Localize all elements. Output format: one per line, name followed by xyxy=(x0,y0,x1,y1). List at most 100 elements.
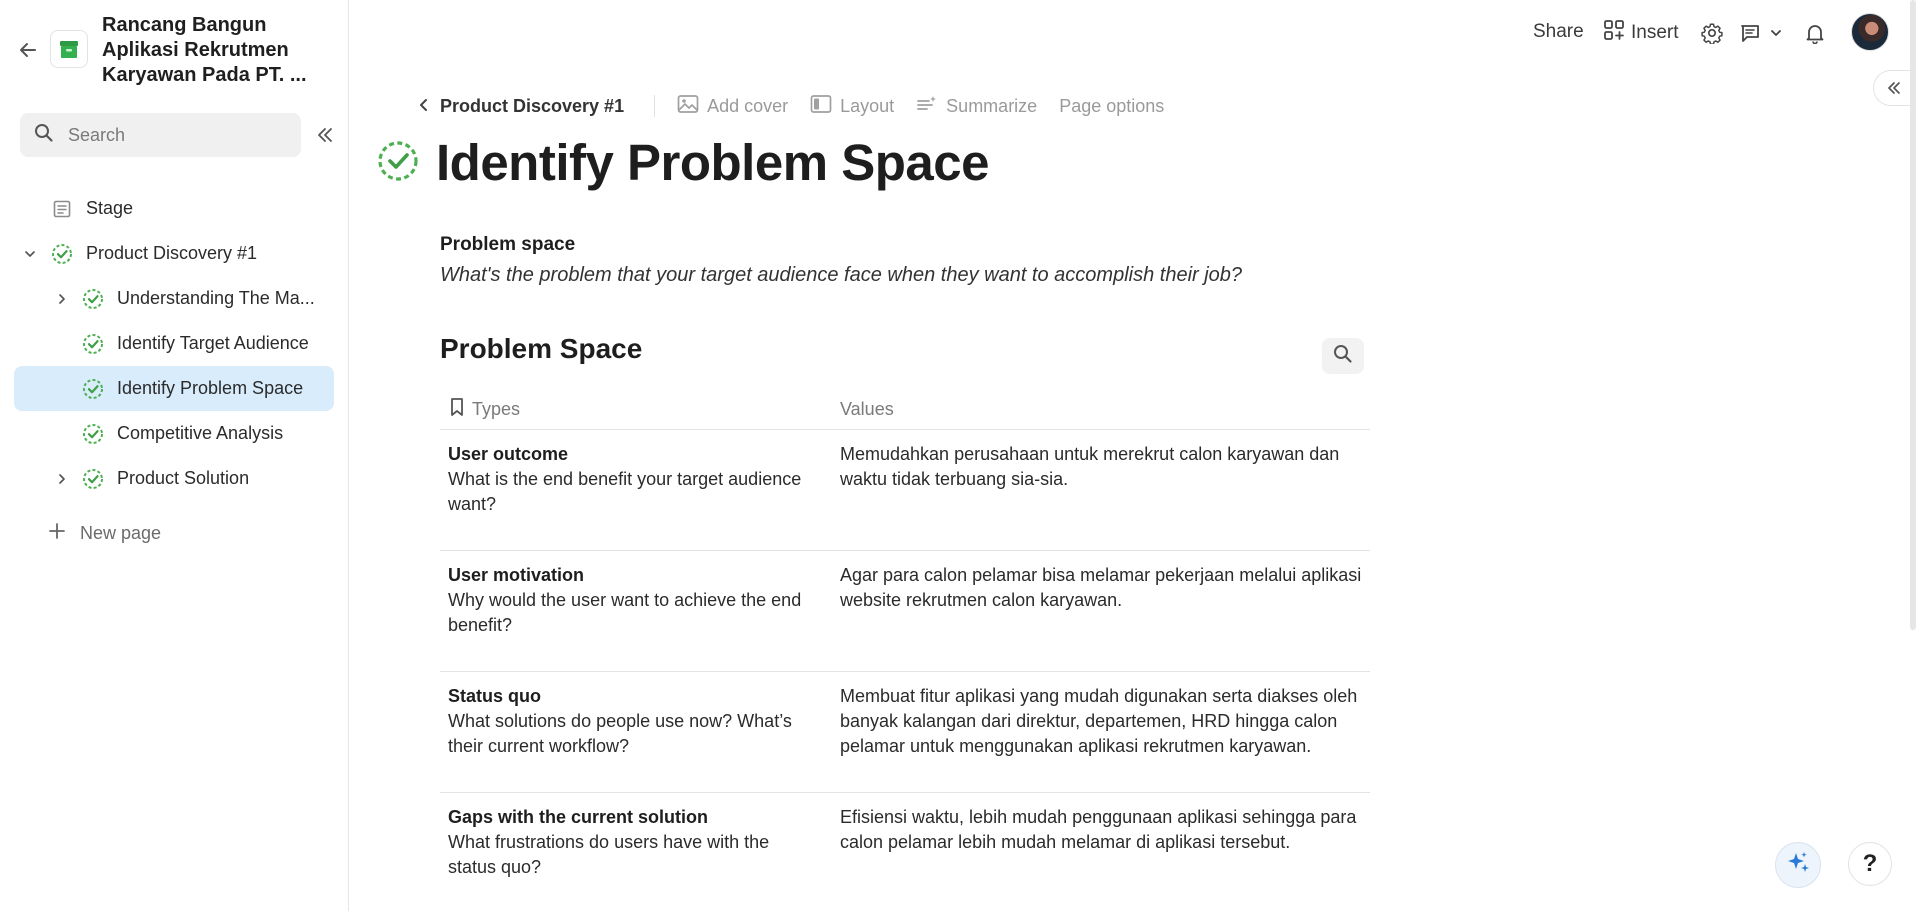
page-tree: Stage Product Discovery #1 Understanding T… xyxy=(14,186,334,501)
progress-check-icon xyxy=(50,242,74,266)
sidebar-item-understanding-the-ma[interactable]: Understanding The Ma... xyxy=(14,276,334,321)
add-cover-button[interactable]: Add cover xyxy=(677,94,788,119)
search-icon xyxy=(34,123,54,148)
page-options-button[interactable]: Page options xyxy=(1059,96,1164,117)
page-title[interactable]: Identify Problem Space xyxy=(436,133,990,193)
sidebar-item-label: Competitive Analysis xyxy=(117,423,284,443)
chevron-right-icon[interactable] xyxy=(52,469,72,489)
progress-check-icon xyxy=(81,422,105,446)
progress-check-icon xyxy=(81,377,105,401)
column-header-values[interactable]: Values xyxy=(840,399,1370,420)
sidebar-item-product-discovery-1[interactable]: Product Discovery #1 xyxy=(14,231,334,276)
type-cell[interactable]: Status quo What solutions do people use n… xyxy=(440,684,840,792)
column-header-types-label: Types xyxy=(472,399,521,419)
progress-check-icon[interactable] xyxy=(376,139,420,188)
sidebar-item-identify-problem-space[interactable]: Identify Problem Space xyxy=(14,366,334,411)
bookmark-icon xyxy=(448,397,466,422)
sidebar-item-label: Product Solution xyxy=(117,468,250,488)
type-label: User motivation xyxy=(448,565,585,585)
database-title[interactable]: Problem Space xyxy=(440,333,642,365)
back-arrow-icon[interactable] xyxy=(14,38,42,62)
table-header: Types Values xyxy=(440,390,1370,430)
sidebar-item-competitive-analysis[interactable]: Competitive Analysis xyxy=(14,411,334,456)
insert-button[interactable]: Insert xyxy=(1603,19,1679,47)
sidebar-item-label: Identify Problem Space xyxy=(117,378,304,398)
new-page-label: New page xyxy=(80,522,162,543)
new-page-button[interactable]: New page xyxy=(48,518,161,548)
insert-label: Insert xyxy=(1631,22,1679,43)
page-toolbar: Product Discovery #1 Add cover Layout Su… xyxy=(418,93,1186,119)
sidebar-search[interactable] xyxy=(20,113,301,157)
search-input[interactable] xyxy=(68,124,278,146)
ai-assistant-button[interactable] xyxy=(1775,842,1821,888)
avatar[interactable] xyxy=(1851,13,1889,51)
value-cell[interactable]: Efisiensi waktu, lebih mudah penggunaan … xyxy=(840,805,1370,911)
comment-icon[interactable] xyxy=(1737,20,1763,46)
image-icon xyxy=(677,94,699,119)
progress-check-icon xyxy=(81,287,105,311)
layout-icon xyxy=(810,94,832,119)
table-row[interactable]: User outcome What is the end benefit your… xyxy=(440,430,1370,551)
type-question: Why would the user want to achieve the e… xyxy=(448,590,802,635)
layout-label: Layout xyxy=(840,95,895,116)
sidebar-item-product-solution[interactable]: Product Solution xyxy=(14,456,334,501)
sparkle-icon xyxy=(1785,850,1811,881)
summarize-icon xyxy=(916,94,938,119)
section-label[interactable]: Problem space xyxy=(440,234,575,256)
chevron-right-icon[interactable] xyxy=(52,289,72,309)
page-options-label: Page options xyxy=(1059,95,1165,116)
table-row[interactable]: User motivation Why would the user want t… xyxy=(440,551,1370,672)
search-icon xyxy=(1333,344,1353,369)
scrollbar[interactable] xyxy=(1908,0,1918,630)
bell-icon[interactable] xyxy=(1802,20,1828,46)
type-cell[interactable]: User outcome What is the end benefit your… xyxy=(440,442,840,550)
help-button[interactable]: ? xyxy=(1848,842,1892,886)
sidebar-item-label: Identify Target Audience xyxy=(117,333,309,353)
scrollbar-thumb[interactable] xyxy=(1910,0,1916,630)
table-body: User outcome What is the end benefit your… xyxy=(440,430,1370,911)
grid-plus-icon xyxy=(1603,19,1625,47)
add-cover-label: Add cover xyxy=(707,95,789,116)
column-header-types[interactable]: Types xyxy=(440,397,840,422)
type-cell[interactable]: User motivation Why would the user want t… xyxy=(440,563,840,671)
workspace-title[interactable]: Rancang Bangun Aplikasi Rekrutmen Karyaw… xyxy=(102,13,322,88)
expand-panel-icon[interactable] xyxy=(1873,70,1913,106)
toolbar-divider xyxy=(654,95,656,117)
type-label: User outcome xyxy=(448,444,569,464)
collapse-sidebar-icon[interactable] xyxy=(312,122,338,148)
sidebar-item-identify-target-audience[interactable]: Identify Target Audience xyxy=(14,321,334,366)
type-question: What solutions do people use now? What’s… xyxy=(448,711,792,756)
gear-icon[interactable] xyxy=(1699,20,1725,46)
type-label: Gaps with the current solution xyxy=(448,807,709,827)
workspace-icon[interactable] xyxy=(50,30,88,68)
plus-icon xyxy=(48,522,66,545)
breadcrumb[interactable]: Product Discovery #1 xyxy=(418,96,624,117)
table-row[interactable]: Gaps with the current solution What frust… xyxy=(440,793,1370,911)
value-cell[interactable]: Agar para calon pelamar bisa melamar pek… xyxy=(840,563,1370,671)
summarize-button[interactable]: Summarize xyxy=(916,94,1037,119)
progress-check-icon xyxy=(81,332,105,356)
chevron-down-icon[interactable] xyxy=(20,244,40,264)
value-cell[interactable]: Membuat fitur aplikasi yang mudah diguna… xyxy=(840,684,1370,792)
type-question: What frustrations do users have with the… xyxy=(448,832,770,877)
share-button[interactable]: Share xyxy=(1533,21,1584,43)
layout-button[interactable]: Layout xyxy=(810,94,894,119)
sidebar-item-label: Stage xyxy=(86,198,134,218)
table-row[interactable]: Status quo What solutions do people use n… xyxy=(440,672,1370,793)
summarize-label: Summarize xyxy=(946,95,1038,116)
sidebar-item-label: Understanding The Ma... xyxy=(117,288,315,308)
database-search-button[interactable] xyxy=(1322,338,1364,374)
page-icon xyxy=(50,197,74,221)
page-header: Identify Problem Space xyxy=(376,133,990,193)
section-description[interactable]: What's the problem that your target audi… xyxy=(440,264,1242,287)
type-cell[interactable]: Gaps with the current solution What frust… xyxy=(440,805,840,911)
problem-space-table: Types Values User outcome What is the end… xyxy=(440,390,1370,911)
chevron-down-icon[interactable] xyxy=(1767,20,1785,46)
sidebar-item-stage[interactable]: Stage xyxy=(14,186,334,231)
chevron-left-icon xyxy=(418,96,430,117)
sidebar: Rancang Bangun Aplikasi Rekrutmen Karyaw… xyxy=(0,0,349,911)
value-cell[interactable]: Memudahkan perusahaan untuk merekrut cal… xyxy=(840,442,1370,550)
type-label: Status quo xyxy=(448,686,541,706)
sidebar-item-label: Product Discovery #1 xyxy=(86,243,258,263)
type-question: What is the end benefit your target audi… xyxy=(448,469,802,514)
